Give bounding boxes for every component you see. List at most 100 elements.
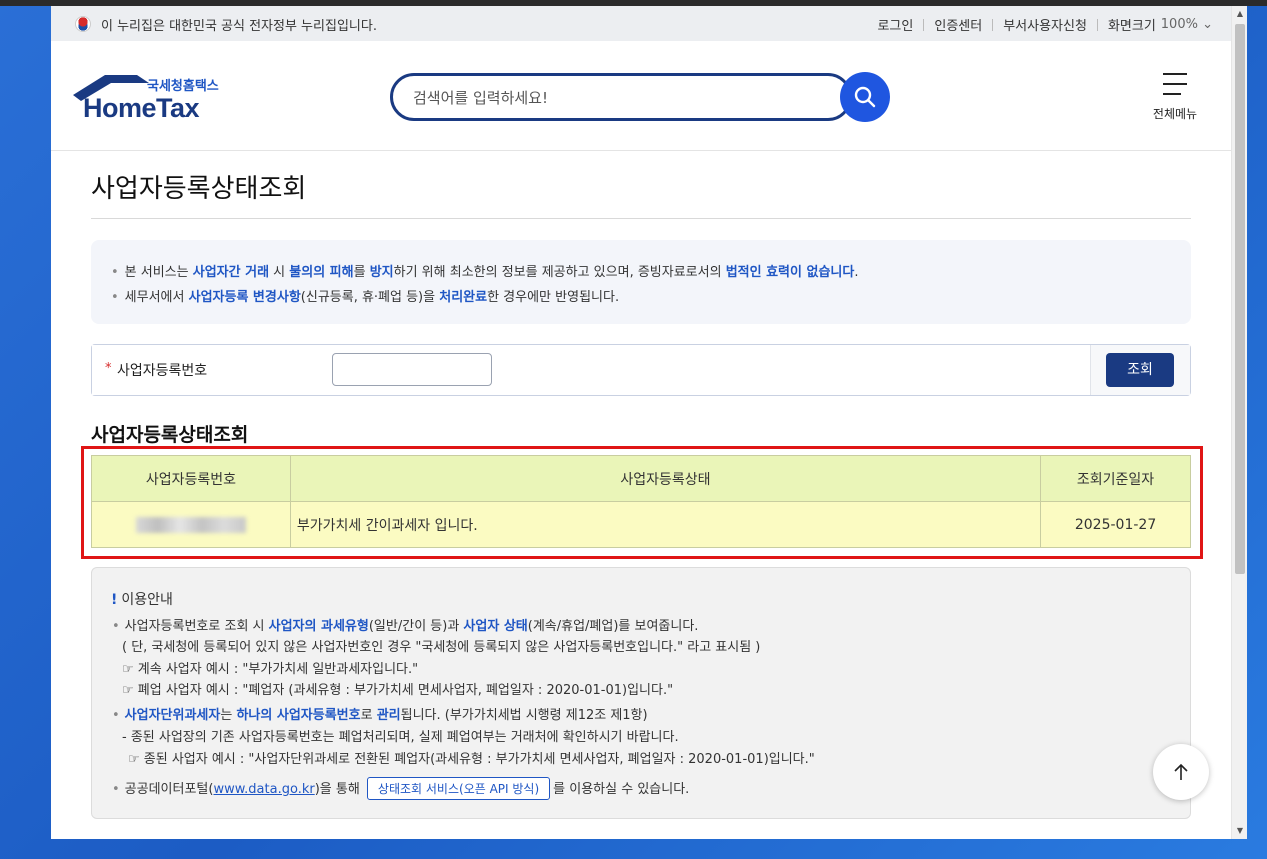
status-cell: 부가가치세 간이과세자 입니다.	[289, 501, 1042, 548]
search-button[interactable]	[840, 72, 890, 122]
bullet: •	[112, 619, 120, 634]
korea-flag-icon	[75, 16, 91, 32]
col-header-date: 조회기준일자	[1040, 455, 1191, 502]
all-menu-label: 전체메뉴	[1152, 107, 1198, 121]
vertical-scrollbar[interactable]: ▲ ▼	[1231, 6, 1247, 839]
biz-number-input[interactable]	[332, 353, 492, 386]
notice-highlight: 방지	[369, 265, 394, 280]
guide-text: 사업자등록번호로 조회 시	[124, 619, 269, 634]
hamburger-icon	[1163, 73, 1187, 75]
notice-line-2: • 세무서에서 사업자등록 변경사항(신규등록, 휴·폐업 등)을 처리완료한 경…	[111, 286, 619, 305]
guide-text: 는	[220, 708, 237, 723]
chevron-down-icon: ⌄	[1202, 17, 1213, 32]
guide-highlight: 하나의 사업자등록번호	[236, 708, 361, 723]
biz-number-form: * 사업자등록번호 조회	[91, 344, 1191, 396]
notice-text: 세무서에서	[124, 290, 189, 305]
guide-title-text: 이용안내	[121, 592, 173, 608]
result-section-title: 사업자등록상태조회	[91, 424, 249, 446]
guide-text: (일반/간이 등)과	[368, 619, 464, 634]
guide-text: 를 이용하실 수 있습니다.	[553, 782, 690, 797]
guide-highlight: 관리	[376, 708, 401, 723]
guide-line: ☞ 계속 사업자 예시 : "부가가치세 일반과세자입니다."	[122, 662, 419, 677]
guide-text: 로	[360, 708, 377, 723]
notice-text: 하기 위해 최소한의 정보를 제공하고 있으며, 증빙자료로서의	[393, 265, 726, 280]
service-notice-box: • 본 서비스는 사업자간 거래 시 불의의 피해를 방지하기 위해 최소한의 정…	[91, 240, 1191, 324]
field-label: * 사업자등록번호	[92, 345, 322, 395]
notice-text: 를	[353, 265, 370, 280]
notice-text: (신규등록, 휴·폐업 등)을	[300, 290, 440, 305]
gov-notice-text: 이 누리집은 대한민국 공식 전자정부 누리집입니다.	[101, 19, 377, 34]
page-title: 사업자등록상태조회	[91, 174, 307, 204]
browser-window: 이 누리집은 대한민국 공식 전자정부 누리집입니다. 로그인 인증센터 부서사…	[51, 6, 1247, 839]
divider	[992, 18, 994, 31]
dept-user-apply-link[interactable]: 부서사용자신청	[1003, 15, 1087, 34]
biz-number-cell	[91, 501, 291, 548]
guide-text: )을 통해	[314, 782, 364, 797]
logo-subtitle: 국세청홈택스	[147, 79, 219, 94]
guide-title: ! 이용안내	[111, 589, 173, 609]
guide-line: ( 단, 국세청에 등록되어 있지 않은 사업자번호인 경우 "국세청에 등록되…	[122, 640, 761, 655]
site-header: 국세청홈택스 HomeTax 전체메뉴	[51, 41, 1231, 151]
date-cell: 2025-01-27	[1040, 501, 1191, 548]
gov-banner: 이 누리집은 대한민국 공식 전자정부 누리집입니다. 로그인 인증센터 부서사…	[51, 6, 1231, 41]
notice-text: 본 서비스는	[124, 265, 193, 280]
gov-links: 로그인 인증센터 부서사용자신청 화면크기 100% ⌄	[877, 15, 1213, 34]
notice-line-1: • 본 서비스는 사업자간 거래 시 불의의 피해를 방지하기 위해 최소한의 정…	[111, 261, 858, 280]
scroll-to-top-button[interactable]	[1153, 744, 1209, 800]
notice-text: 시	[269, 265, 290, 280]
usage-guide-box: ! 이용안내 • 사업자등록번호로 조회 시 사업자의 과세유형(일반/간이 등)과…	[91, 567, 1191, 819]
guide-highlight: 사업자의 과세유형	[268, 619, 369, 634]
guide-text: (계속/휴업/폐업)를 보여줍니다.	[527, 619, 699, 634]
search-icon	[854, 86, 876, 108]
notice-highlight: 사업자간 거래	[192, 265, 270, 280]
notice-highlight: 법적인 효력이 없습니다	[725, 265, 855, 280]
hamburger-icon	[1163, 93, 1181, 95]
bullet: •	[111, 265, 119, 280]
guide-text: 공공데이터포털(	[124, 782, 214, 797]
guide-line: • 사업자등록번호로 조회 시 사업자의 과세유형(일반/간이 등)과 사업자 상…	[112, 615, 698, 634]
logo-wordmark: HomeTax	[83, 93, 200, 123]
all-menu-button[interactable]: 전체메뉴	[1145, 73, 1205, 123]
scrollbar-thumb[interactable]	[1235, 24, 1245, 574]
notice-highlight: 불의의 피해	[289, 265, 354, 280]
notice-highlight: 처리완료	[439, 290, 488, 305]
notice-text: 한 경우에만 반영됩니다.	[487, 290, 620, 305]
guide-highlight: 사업자단위과세자	[124, 708, 221, 723]
table-header-row: 사업자등록번호 사업자등록상태 조회기준일자	[91, 455, 1191, 502]
scroll-up-arrow-icon[interactable]: ▲	[1232, 6, 1247, 22]
col-header-biz-number: 사업자등록번호	[91, 455, 291, 502]
exclamation-icon: !	[111, 592, 118, 608]
guide-line: ☞ 종된 사업자 예시 : "사업자단위과세로 전환된 폐업자(과세유형 : 부…	[128, 752, 815, 767]
guide-line: ☞ 폐업 사업자 예시 : "폐업자 (과세유형 : 부가가치세 면세사업자, …	[122, 683, 674, 698]
required-mark: *	[105, 361, 112, 376]
data-portal-link[interactable]: www.data.go.kr	[213, 782, 314, 797]
bullet: •	[112, 708, 120, 723]
zoom-value: 100%	[1160, 17, 1198, 32]
hamburger-icon	[1163, 83, 1187, 85]
biz-number-label: 사업자등록번호	[117, 363, 208, 379]
table-row: 부가가치세 간이과세자 입니다. 2025-01-27	[91, 501, 1191, 548]
query-button[interactable]: 조회	[1106, 353, 1174, 387]
cert-center-link[interactable]: 인증센터	[934, 15, 982, 34]
bullet: •	[111, 290, 119, 305]
notice-highlight: 사업자등록 변경사항	[188, 290, 301, 305]
divider	[923, 18, 925, 31]
login-link[interactable]: 로그인	[877, 15, 913, 34]
search-input[interactable]	[413, 86, 813, 110]
search-box	[390, 73, 852, 121]
guide-line: • 사업자단위과세자는 하나의 사업자등록번호로 관리됩니다. (부가가치세법 시…	[112, 704, 648, 723]
result-table: 사업자등록번호 사업자등록상태 조회기준일자 부가가치세 간이과세자 입니다. …	[91, 455, 1191, 548]
col-header-status: 사업자등록상태	[289, 455, 1042, 502]
redacted-biz-number	[135, 516, 246, 533]
zoom-select[interactable]: 100% ⌄	[1161, 17, 1213, 32]
divider	[1096, 18, 1098, 31]
divider	[91, 218, 1191, 219]
screen-size-label: 화면크기	[1107, 19, 1156, 34]
button-area: 조회	[1090, 345, 1190, 395]
hometax-logo[interactable]: 국세청홈택스 HomeTax	[71, 73, 231, 128]
guide-text: 됩니다. (부가가치세법 시행령 제12조 제1항)	[400, 708, 648, 723]
notice-text: .	[854, 265, 859, 280]
scroll-down-arrow-icon[interactable]: ▼	[1232, 823, 1247, 839]
open-api-service-button[interactable]: 상태조회 서비스(오픈 API 방식)	[366, 777, 551, 800]
guide-highlight: 사업자 상태	[463, 619, 528, 634]
